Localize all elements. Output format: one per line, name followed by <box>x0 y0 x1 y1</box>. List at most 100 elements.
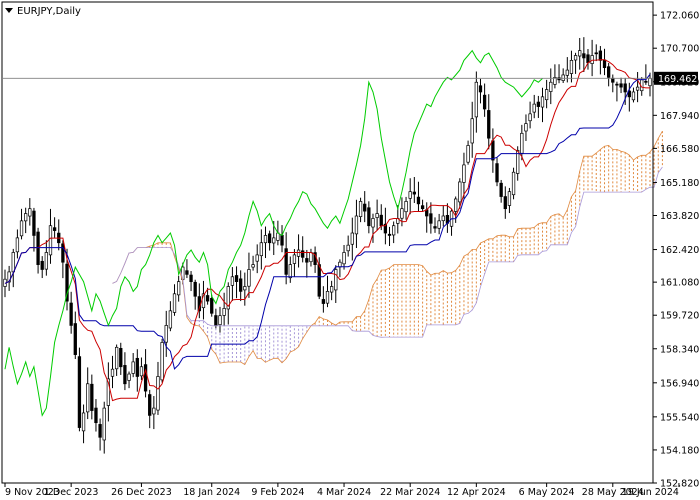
candle <box>611 74 615 93</box>
candle <box>197 283 201 319</box>
candle <box>425 202 429 233</box>
candle <box>24 207 28 234</box>
candle-body <box>19 220 24 237</box>
candle-body <box>317 264 321 297</box>
candle <box>218 306 222 333</box>
candle <box>321 286 326 313</box>
candle-body <box>466 145 470 163</box>
chart-window: 172.060170.700169.320167.940166.580165.1… <box>0 0 700 500</box>
candle <box>524 114 528 141</box>
y-tick-label: 163.820 <box>660 211 699 222</box>
candle <box>288 256 292 283</box>
candle-body <box>98 424 102 438</box>
candle-body <box>404 201 408 213</box>
candle-body <box>346 244 350 252</box>
candle <box>28 198 32 226</box>
candle <box>437 213 441 235</box>
candle-body <box>358 201 363 217</box>
candle-body <box>148 394 152 416</box>
y-tick-label: 167.940 <box>660 111 699 122</box>
candle-body <box>528 113 532 122</box>
candle-body <box>648 78 652 87</box>
candle <box>329 280 334 301</box>
candle-body <box>532 103 536 113</box>
candle-body <box>437 220 441 229</box>
candle <box>57 219 61 251</box>
candle-body <box>15 237 20 253</box>
candle-body <box>524 123 528 132</box>
candle-body <box>507 191 512 206</box>
candle <box>189 271 193 292</box>
candle-body <box>247 269 251 287</box>
candle <box>420 199 425 212</box>
candle-body <box>214 315 218 326</box>
candle <box>474 71 478 133</box>
candle-body <box>367 207 371 227</box>
y-tick-label: 155.540 <box>660 412 699 423</box>
candle <box>350 217 354 261</box>
candle <box>590 39 594 77</box>
candle-body <box>416 196 421 205</box>
candle <box>540 87 545 123</box>
candle-body <box>590 55 594 64</box>
candle-body <box>28 208 32 217</box>
candle-body <box>565 69 569 76</box>
candle-body <box>172 293 177 313</box>
candle-body <box>164 325 168 343</box>
candle <box>251 255 255 271</box>
candle-body <box>288 264 292 279</box>
candle <box>81 404 86 444</box>
candle-body <box>594 52 598 55</box>
candle-body <box>342 252 346 265</box>
candle-body <box>325 291 330 304</box>
candle <box>615 81 619 102</box>
candle-body <box>255 254 259 262</box>
candle-body <box>433 226 437 229</box>
candle-body <box>48 225 53 256</box>
candle <box>635 72 640 103</box>
candle <box>478 78 483 104</box>
candle <box>44 240 48 276</box>
candle-body <box>276 232 280 241</box>
candle-body <box>251 264 255 268</box>
candle-body <box>607 66 611 78</box>
candle <box>114 344 119 376</box>
candle-body <box>520 132 524 154</box>
candle-body <box>408 191 412 199</box>
candle <box>309 248 313 267</box>
candle <box>73 311 77 360</box>
candle <box>69 291 73 334</box>
candle-body <box>156 376 160 411</box>
candle <box>98 418 102 451</box>
candle <box>536 95 541 118</box>
candle-body <box>185 270 189 275</box>
candle <box>342 245 346 270</box>
candle-body <box>491 140 495 161</box>
candle <box>495 157 499 187</box>
candle <box>201 280 206 320</box>
candle-body <box>329 286 334 293</box>
candle-body <box>73 323 77 355</box>
candle-body <box>379 214 383 227</box>
candle <box>127 371 131 389</box>
candle <box>507 187 512 214</box>
candle-body <box>561 74 565 81</box>
dropdown-triangle-icon[interactable] <box>5 8 13 13</box>
y-tick-label: 156.940 <box>660 378 699 389</box>
candle-body <box>478 85 483 93</box>
candle <box>375 199 379 231</box>
candle-body <box>90 383 94 411</box>
candle <box>40 256 44 279</box>
candle <box>354 199 359 249</box>
candle-body <box>61 243 65 263</box>
candle <box>110 355 115 389</box>
candle-body <box>69 302 73 326</box>
candle-body <box>441 215 445 222</box>
candle <box>363 191 367 223</box>
candle <box>177 275 181 302</box>
candle-body <box>32 210 36 236</box>
candle <box>334 265 338 303</box>
candle-body <box>305 258 309 263</box>
candle-body <box>309 252 313 263</box>
y-tick-label: 161.080 <box>660 278 699 289</box>
